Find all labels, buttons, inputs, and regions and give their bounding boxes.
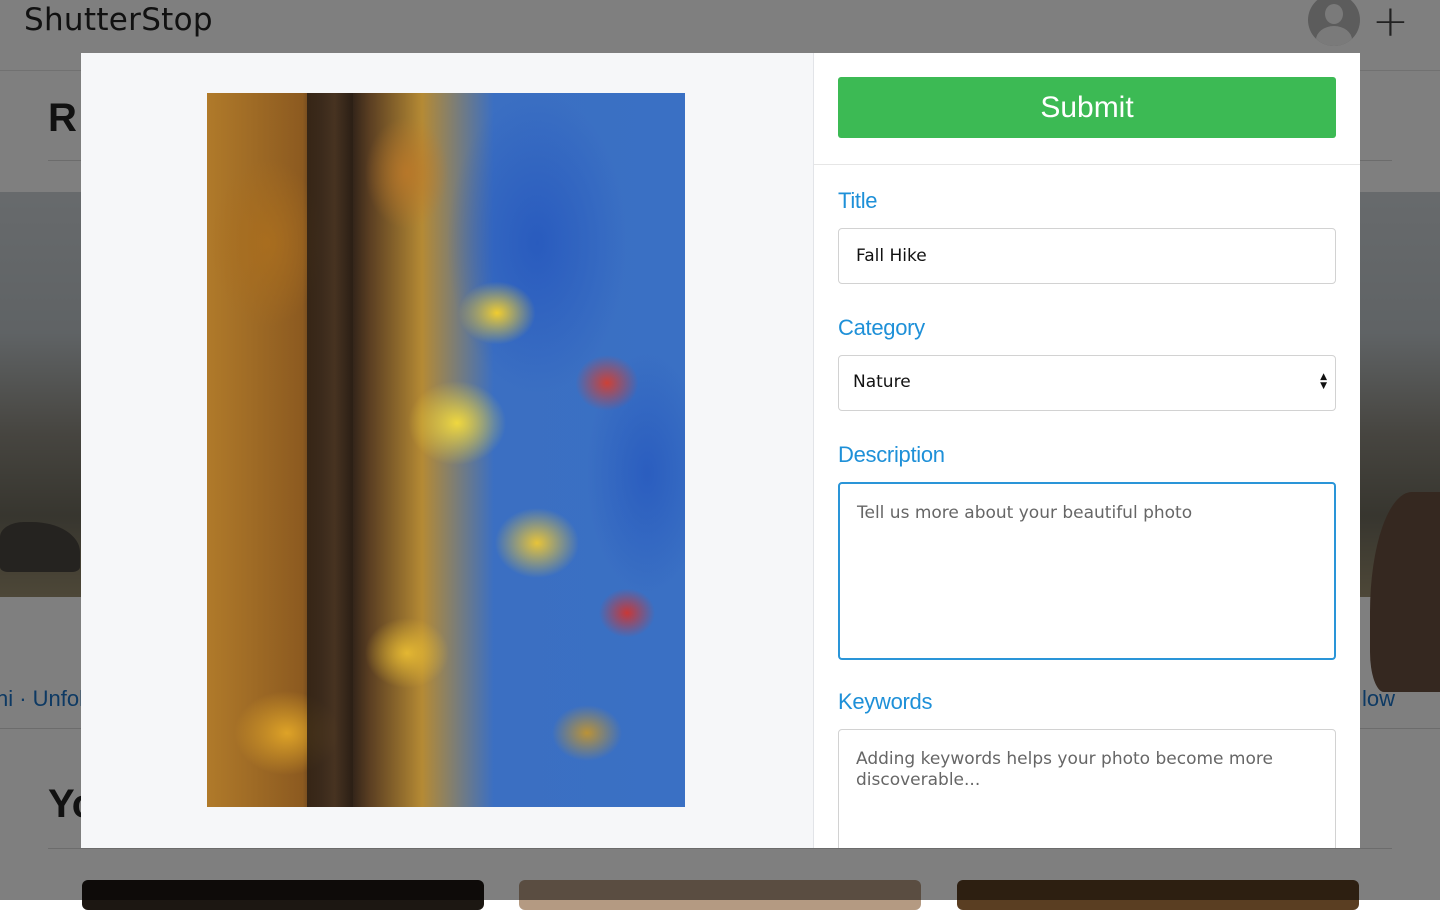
photo-preview-pane	[81, 53, 814, 848]
title-input[interactable]	[838, 228, 1336, 284]
description-placeholder: Tell us more about your beautiful photo	[857, 503, 1193, 523]
keywords-label: Keywords	[838, 689, 933, 714]
uploaded-photo	[207, 93, 685, 807]
select-arrows-icon: ▲ ▼	[1320, 372, 1327, 391]
description-label: Description	[838, 442, 945, 467]
keywords-textarea[interactable]: Adding keywords helps your photo become …	[838, 729, 1336, 848]
title-label: Title	[838, 188, 878, 213]
form-divider	[814, 164, 1360, 165]
submit-button[interactable]: Submit	[838, 77, 1336, 138]
category-select[interactable]: Nature ▲ ▼	[838, 355, 1336, 411]
tree-trunk	[307, 93, 353, 807]
category-label: Category	[838, 315, 925, 340]
description-textarea[interactable]: Tell us more about your beautiful photo	[838, 482, 1336, 660]
photo-details-form: Submit Title Category Nature ▲▼ Descript…	[814, 53, 1360, 848]
upload-modal: Submit Title Category Nature ▲▼ Descript…	[81, 53, 1360, 848]
category-selected-value: Nature	[853, 372, 911, 392]
keywords-placeholder: Adding keywords helps your photo become …	[856, 749, 1273, 790]
